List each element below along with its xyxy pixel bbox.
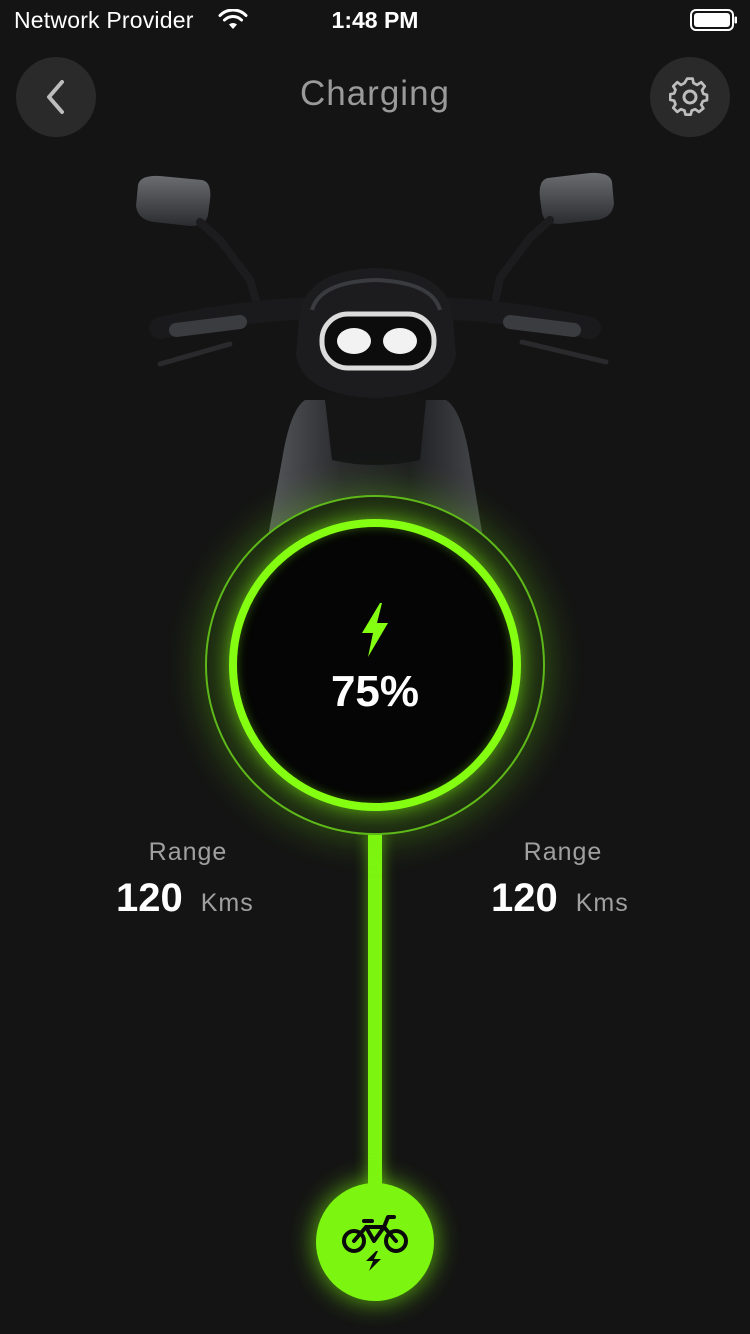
- range-value-row: 120 Kms: [491, 876, 629, 921]
- gauge-inner-ring: [229, 519, 521, 811]
- range-right: Range 120 Kms: [463, 838, 663, 920]
- range-label: Range: [523, 838, 603, 866]
- battery-gauge: 75%: [205, 495, 545, 835]
- charge-bike-button[interactable]: [316, 1183, 434, 1301]
- clock-time: 1:48 PM: [331, 7, 419, 33]
- lightning-bolt-icon: [362, 603, 388, 657]
- range-number: 120: [491, 876, 558, 920]
- bike-charging-icon: [342, 1215, 408, 1271]
- range-unit: Kms: [575, 889, 629, 917]
- charge-connector-line: [368, 830, 382, 1210]
- gear-icon: [669, 77, 709, 116]
- range-number: 120: [116, 876, 183, 920]
- status-bar: Network Provider 1:48 PM: [0, 0, 750, 40]
- range-value-row: 120 Kms: [116, 876, 254, 921]
- settings-button[interactable]: [650, 57, 730, 137]
- range-unit: Kms: [200, 889, 254, 917]
- page-title: Charging: [299, 74, 451, 113]
- range-label: Range: [148, 838, 228, 866]
- range-left: Range 120 Kms: [88, 838, 288, 920]
- battery-icon: [690, 9, 737, 31]
- battery-percent: 75%: [330, 667, 420, 716]
